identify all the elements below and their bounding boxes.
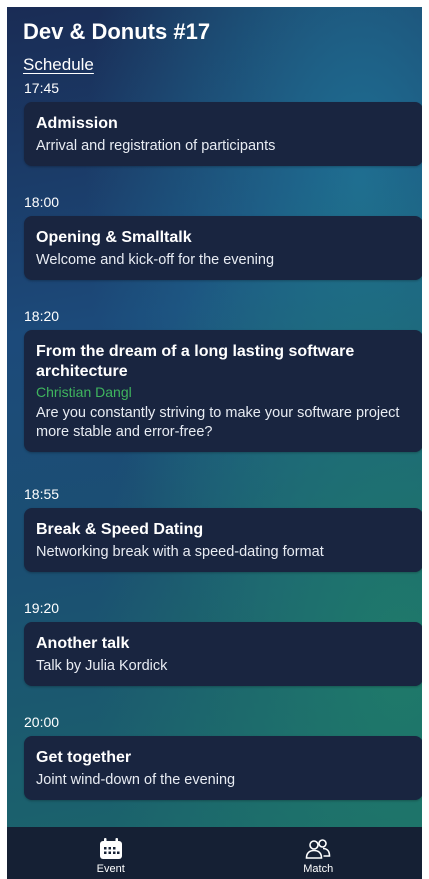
app-screen: Dev & Donuts #17 Schedule 17:45 Admissio… [7,7,422,879]
people-icon [305,838,331,863]
schedule-card-get-together[interactable]: Get together Joint wind-down of the even… [24,736,422,800]
schedule-card-break[interactable]: Break & Speed Dating Networking break wi… [24,508,422,572]
tab-label: Match [303,862,334,875]
card-speaker: Christian Dangl [36,384,132,400]
card-description: Are you constantly striving to make your… [36,405,400,440]
card-title: Another talk [36,635,130,652]
time-label: 18:00 [24,194,60,210]
tab-event[interactable]: Event [7,827,215,879]
card-title: Break & Speed Dating [36,521,204,538]
calendar-icon [99,837,123,863]
schedule-card-admission[interactable]: Admission Arrival and registration of pa… [24,102,422,166]
time-label: 19:20 [24,600,60,616]
bottom-tab-bar: Event Match [7,827,422,879]
header: Dev & Donuts #17 Schedule [23,19,406,75]
page-title: Dev & Donuts #17 [23,19,211,44]
schedule-card-talk-architecture[interactable]: From the dream of a long lasting softwar… [24,330,422,452]
tab-match[interactable]: Match [215,827,423,879]
time-label: 18:55 [24,486,60,502]
card-title: From the dream of a long lasting softwar… [36,343,355,380]
card-description: Networking break with a speed-dating for… [36,544,324,560]
card-title: Opening & Smalltalk [36,229,192,246]
time-label: 20:00 [24,714,60,730]
schedule-link[interactable]: Schedule [23,55,94,75]
card-description: Talk by Julia Kordick [36,658,168,674]
schedule-card-another-talk[interactable]: Another talk Talk by Julia Kordick [24,622,422,686]
tab-label: Event [96,862,125,875]
time-label: 17:45 [24,80,60,96]
card-description: Joint wind-down of the evening [36,772,236,788]
card-description: Welcome and kick-off for the evening [36,252,275,268]
time-label: 18:20 [24,308,60,324]
card-title: Get together [36,749,132,766]
card-title: Admission [36,115,118,132]
card-description: Arrival and registration of participants [36,138,276,154]
schedule-card-opening[interactable]: Opening & Smalltalk Welcome and kick-off… [24,216,422,280]
